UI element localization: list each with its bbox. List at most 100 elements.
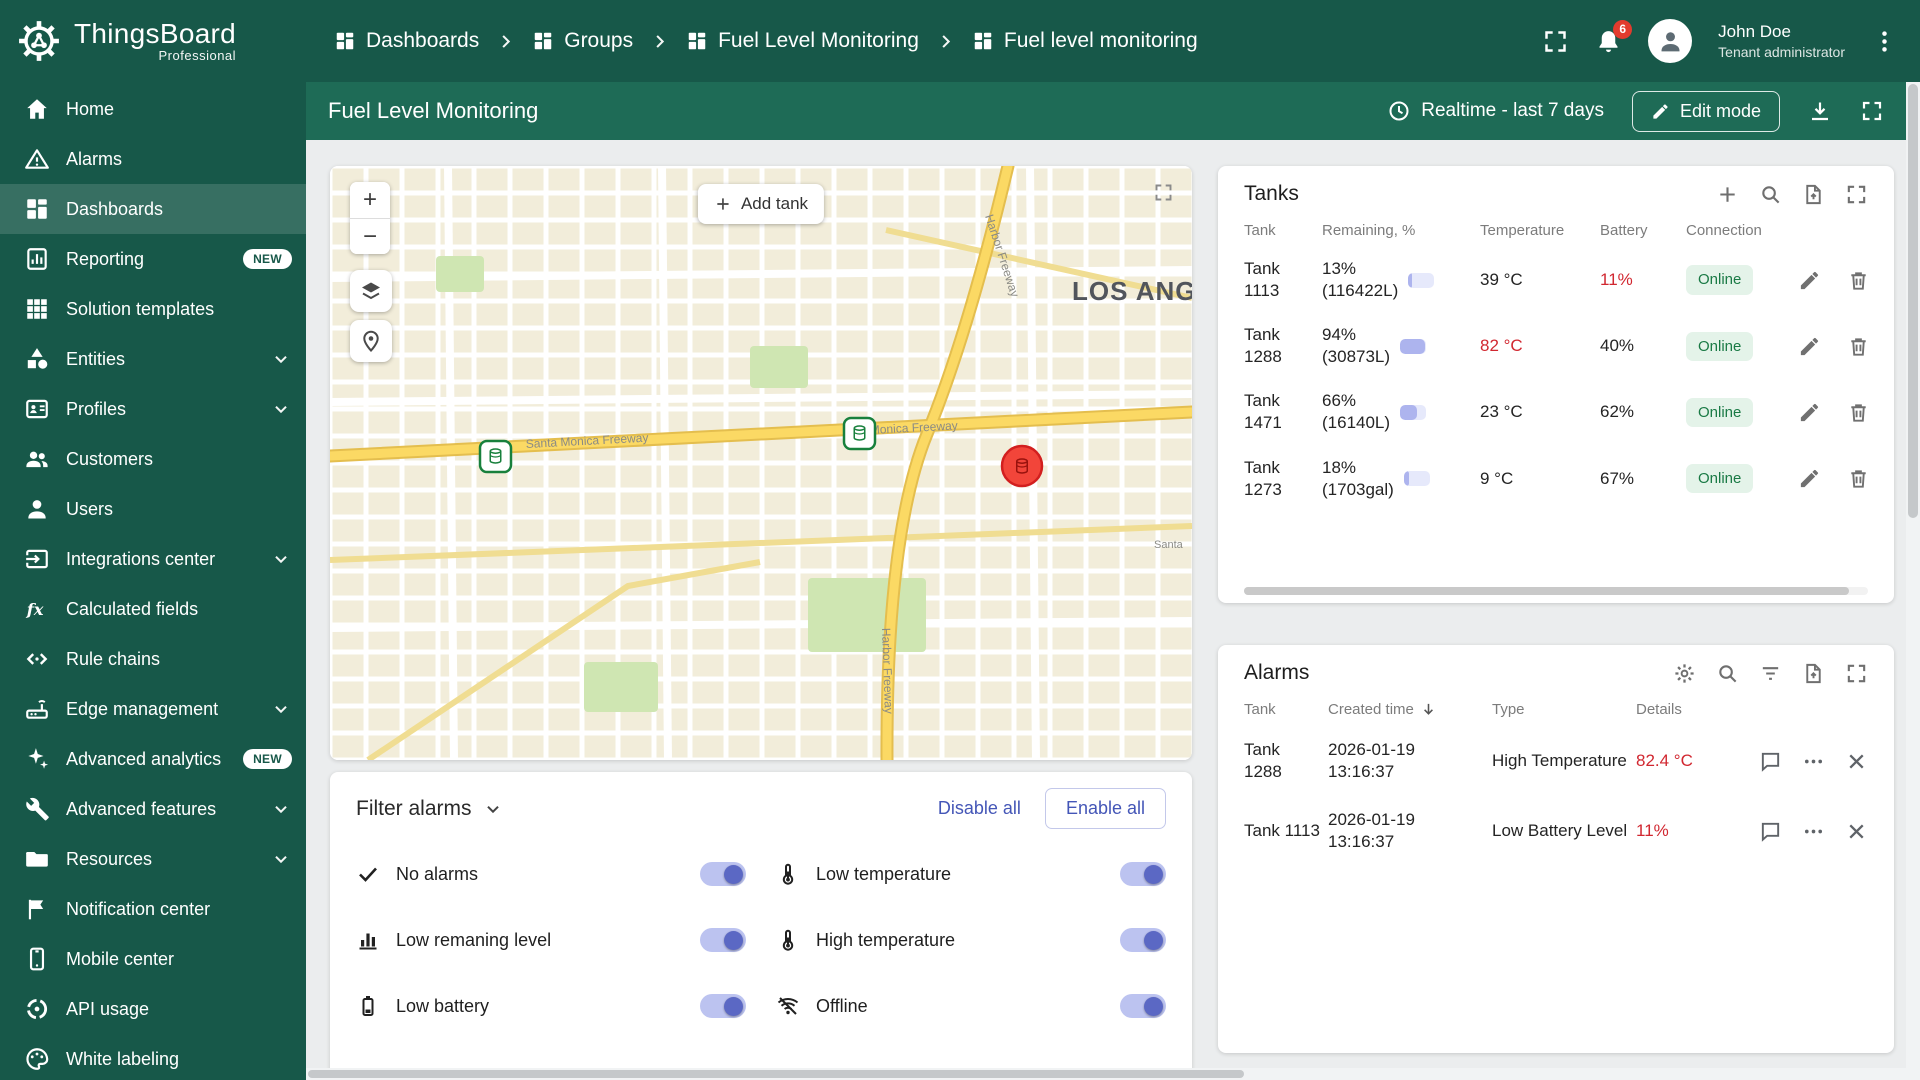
column-tank[interactable]: Tank <box>1244 222 1314 239</box>
sidebar-item-advanced-features[interactable]: Advanced features <box>0 784 306 834</box>
breadcrumb-label: Groups <box>564 29 634 52</box>
tanks-horizontal-scrollbar[interactable] <box>1244 587 1868 595</box>
disable-all-button[interactable]: Disable all <box>924 789 1035 828</box>
breadcrumb-current-dashboard[interactable]: Fuel level monitoring <box>972 29 1198 53</box>
column-temperature[interactable]: Temperature <box>1480 222 1592 239</box>
column-connection[interactable]: Connection <box>1686 222 1790 239</box>
tank-row[interactable]: Tank 1288 94% (30873L) 82 °C 40% Online <box>1244 313 1868 379</box>
edit-tank-button[interactable] <box>1798 467 1821 490</box>
tank-row[interactable]: Tank 1471 66% (16140L) 23 °C 62% Online <box>1244 379 1868 445</box>
tank-row[interactable]: Tank 1273 18% (1703gal) 9 °C 67% Online <box>1244 446 1868 512</box>
map-fullscreen-button[interactable] <box>1153 182 1174 203</box>
add-tank-button[interactable]: Add tank <box>697 184 825 224</box>
toolbar-fullscreen-button[interactable] <box>1860 99 1884 123</box>
search-button[interactable] <box>1759 183 1782 206</box>
los-angeles-map[interactable]: LOS ANG Santa Monica Freeway Monica Free… <box>330 166 1192 760</box>
sidebar-item-white-labeling[interactable]: White labeling <box>0 1034 306 1080</box>
high-temperature-toggle[interactable] <box>1120 928 1166 952</box>
sidebar-item-edge-management[interactable]: Edge management <box>0 684 306 734</box>
page-vertical-scrollbar[interactable] <box>1906 82 1920 1068</box>
tank-marker-1[interactable] <box>478 439 513 474</box>
edit-tank-button[interactable] <box>1798 335 1821 358</box>
fullscreen-button[interactable] <box>1542 28 1569 55</box>
tank-marker-2[interactable] <box>842 416 877 451</box>
sidebar-item-resources[interactable]: Resources <box>0 834 306 884</box>
sidebar-item-entities[interactable]: Entities <box>0 334 306 384</box>
tank-row[interactable]: Tank 1113 13% (116422L) 39 °C 11% Online <box>1244 247 1868 313</box>
thingsboard-logo[interactable]: ThingsBoard Professional <box>16 18 306 64</box>
settings-button[interactable] <box>1673 662 1696 685</box>
add-tank-entity-button[interactable] <box>1716 183 1739 206</box>
sidebar-item-customers[interactable]: Customers <box>0 434 306 484</box>
edit-tank-button[interactable] <box>1798 401 1821 424</box>
map-layers-button[interactable] <box>350 270 392 312</box>
alarm-more-button[interactable] <box>1802 750 1825 773</box>
delete-tank-button[interactable] <box>1847 467 1870 490</box>
enable-all-button[interactable]: Enable all <box>1044 788 1166 829</box>
sidebar-item-dashboards[interactable]: Dashboards <box>0 184 306 234</box>
breadcrumb-dashboard-group[interactable]: Fuel Level Monitoring <box>686 29 919 53</box>
sidebar-item-label: Home <box>66 98 115 119</box>
sidebar-item-reporting[interactable]: Reporting NEW <box>0 234 306 284</box>
low-battery-toggle[interactable] <box>700 994 746 1018</box>
sidebar-item-api-usage[interactable]: API usage <box>0 984 306 1034</box>
download-button[interactable] <box>1808 99 1832 123</box>
alarm-clear-button[interactable] <box>1845 820 1868 843</box>
sidebar-item-profiles[interactable]: Profiles <box>0 384 306 434</box>
sidebar-item-rule-chains[interactable]: Rule chains <box>0 634 306 684</box>
sidebar-item-home[interactable]: Home <box>0 84 306 134</box>
filter-alarms-expander[interactable]: Filter alarms <box>356 797 504 821</box>
column-tank[interactable]: Tank <box>1244 701 1320 718</box>
sidebar-item-integrations-center[interactable]: Integrations center <box>0 534 306 584</box>
chevron-down-icon <box>270 548 292 570</box>
delete-tank-button[interactable] <box>1847 401 1870 424</box>
column-created-time[interactable]: Created time <box>1328 701 1484 718</box>
alarm-row[interactable]: Tank 1288 2026-01-19 13:16:37 High Tempe… <box>1244 726 1868 796</box>
sidebar-item-calculated-fields[interactable]: Calculated fields <box>0 584 306 634</box>
alarm-row[interactable]: Tank 1113 2026-01-19 13:16:37 Low Batter… <box>1244 796 1868 866</box>
horizontal-scrollbar-thumb[interactable] <box>308 1070 1245 1078</box>
map-location-button[interactable] <box>350 320 392 362</box>
breadcrumb-dashboards[interactable]: Dashboards <box>334 29 479 53</box>
sidebar-item-notification-center[interactable]: Notification center <box>0 884 306 934</box>
column-remaining[interactable]: Remaining, % <box>1322 222 1472 239</box>
alarm-tank-marker[interactable] <box>1000 444 1044 488</box>
sidebar-item-alarms[interactable]: Alarms <box>0 134 306 184</box>
alarm-more-button[interactable] <box>1802 820 1825 843</box>
delete-tank-button[interactable] <box>1847 269 1870 292</box>
edit-mode-button[interactable]: Edit mode <box>1631 90 1780 132</box>
low-temperature-toggle[interactable] <box>1120 862 1166 886</box>
widget-fullscreen-button[interactable] <box>1845 662 1868 685</box>
header-menu-button[interactable] <box>1871 28 1898 55</box>
filter-button[interactable] <box>1759 662 1782 685</box>
alarm-comment-button[interactable] <box>1759 820 1782 843</box>
avatar[interactable] <box>1648 19 1693 63</box>
sidebar-item-advanced-analytics[interactable]: Advanced analytics NEW <box>0 734 306 784</box>
offline-toggle[interactable] <box>1120 994 1166 1018</box>
alarm-comment-button[interactable] <box>1759 750 1782 773</box>
column-details[interactable]: Details <box>1636 701 1732 718</box>
notifications-button[interactable]: 6 <box>1595 19 1633 55</box>
column-battery[interactable]: Battery <box>1600 222 1678 239</box>
low-remaining-level-toggle[interactable] <box>700 928 746 952</box>
export-button[interactable] <box>1802 662 1825 685</box>
edit-tank-button[interactable] <box>1798 269 1821 292</box>
export-button[interactable] <box>1802 183 1825 206</box>
sidebar-item-solution-templates[interactable]: Solution templates <box>0 284 306 334</box>
search-button[interactable] <box>1716 662 1739 685</box>
sidebar-item-users[interactable]: Users <box>0 484 306 534</box>
zoom-in-button[interactable]: + <box>350 182 390 218</box>
sidebar-item-mobile-center[interactable]: Mobile center <box>0 934 306 984</box>
delete-tank-button[interactable] <box>1847 335 1870 358</box>
zoom-out-button[interactable]: − <box>350 218 390 254</box>
alarm-clear-button[interactable] <box>1845 750 1868 773</box>
thingsboard-logo-icon <box>16 18 62 64</box>
time-window-button[interactable]: Realtime - last 7 days <box>1387 99 1604 123</box>
page-horizontal-scrollbar[interactable] <box>306 1068 1920 1080</box>
breadcrumb-groups[interactable]: Groups <box>532 29 633 53</box>
vertical-scrollbar-thumb[interactable] <box>1908 84 1918 518</box>
widget-fullscreen-button[interactable] <box>1845 183 1868 206</box>
remaining-percent: 13% <box>1322 259 1357 278</box>
no-alarms-toggle[interactable] <box>700 862 746 886</box>
column-type[interactable]: Type <box>1492 701 1628 718</box>
